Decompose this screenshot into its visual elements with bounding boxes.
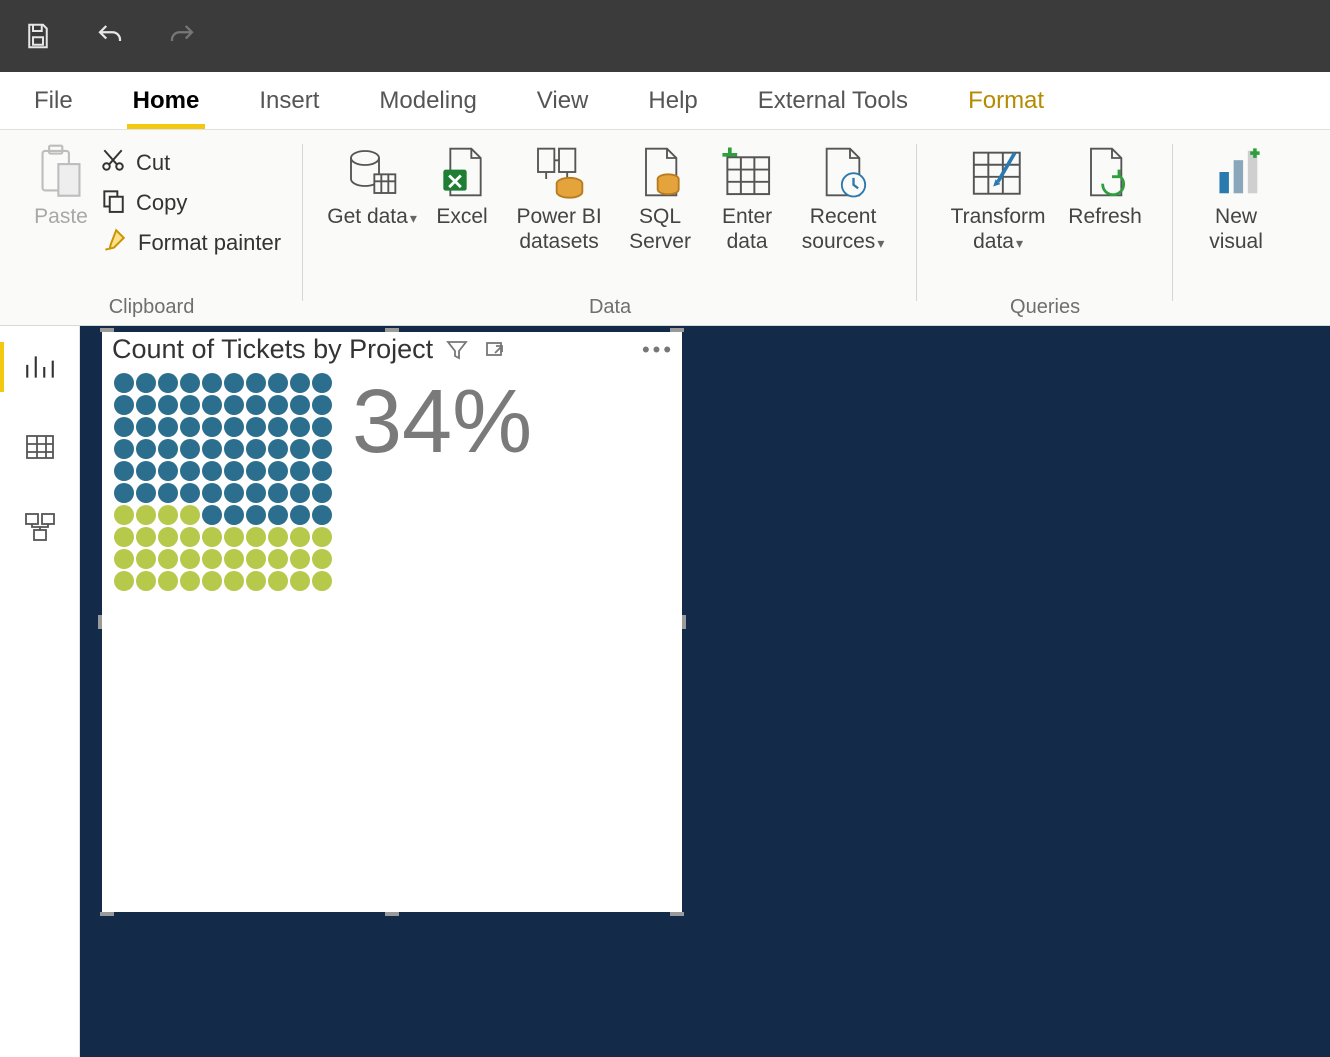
sql-server-icon [634,140,686,204]
get-data-label: Get data [327,205,408,228]
paste-label: Paste [34,204,88,229]
recent-sources-label: Recent sources [802,205,877,253]
tab-format[interactable]: Format [962,72,1050,129]
copy-button[interactable]: Copy [100,184,281,222]
format-painter-label: Format painter [138,230,281,256]
copy-icon [100,187,126,219]
get-data-icon [344,140,400,204]
new-visual-icon [1210,140,1262,204]
enter-data-button[interactable]: Enter data [707,140,787,254]
paste-icon [34,140,88,204]
tab-file[interactable]: File [28,72,79,129]
redo-icon [164,18,200,54]
new-visual-label: New visual [1195,204,1277,254]
sql-server-label: SQL Server [617,204,703,254]
tab-external-tools[interactable]: External Tools [752,72,914,129]
tab-modeling[interactable]: Modeling [373,72,482,129]
group-insert-title [1195,294,1277,323]
waffle-chart: 34% [102,365,682,591]
sql-server-button[interactable]: SQL Server [617,140,703,254]
rail-data-view[interactable] [10,422,70,472]
cut-label: Cut [136,150,170,176]
visual-card[interactable]: Count of Tickets by Project ••• 34% [102,332,682,912]
pbi-datasets-button[interactable]: Power BI datasets [505,140,613,254]
filter-icon[interactable] [443,336,471,364]
pbi-datasets-label: Power BI datasets [505,204,613,254]
view-rail [0,326,80,1057]
refresh-icon [1079,140,1131,204]
refresh-button[interactable]: Refresh [1059,140,1151,229]
paste-button: Paste [22,140,100,229]
format-painter-button[interactable]: Format painter [100,224,281,262]
transform-data-icon [969,140,1027,204]
transform-data-button[interactable]: Transform data▾ [939,140,1057,254]
group-clipboard: Paste Cut [0,134,303,325]
tab-view[interactable]: View [531,72,595,129]
group-data-title: Data [325,294,895,323]
tab-insert[interactable]: Insert [253,72,325,129]
focus-mode-icon[interactable] [481,336,509,364]
tab-home[interactable]: Home [127,72,206,129]
get-data-button[interactable]: Get data▾ [325,140,419,229]
new-visual-button[interactable]: New visual [1195,140,1277,254]
enter-data-icon [720,140,774,204]
report-canvas[interactable]: Count of Tickets by Project ••• 34% [80,326,1330,1057]
group-clipboard-title: Clipboard [22,294,281,323]
undo-icon[interactable] [92,18,128,54]
save-icon[interactable] [20,18,56,54]
recent-sources-button[interactable]: Recent sources▾ [791,140,895,254]
transform-data-label: Transform data [951,205,1046,253]
group-insert: New visual [1173,134,1299,325]
percent-callout: 34% [352,373,532,467]
refresh-label: Refresh [1068,204,1142,229]
ribbon: Paste Cut [0,130,1330,326]
rail-report-view[interactable] [10,342,70,392]
tab-help[interactable]: Help [642,72,703,129]
group-queries: Transform data▾ Refresh Queries [917,134,1173,325]
group-queries-title: Queries [939,294,1151,323]
enter-data-label: Enter data [707,204,787,254]
copy-label: Copy [136,190,187,216]
excel-button[interactable]: Excel [423,140,501,229]
visual-header: Count of Tickets by Project ••• [102,332,682,365]
ribbon-tabs: File Home Insert Modeling View Help Exte… [0,72,1330,130]
format-painter-icon [100,227,128,259]
excel-icon [437,140,487,204]
workspace: Count of Tickets by Project ••• 34% [0,326,1330,1057]
titlebar [0,0,1330,72]
visual-title: Count of Tickets by Project [112,334,433,365]
cut-button[interactable]: Cut [100,144,281,182]
pbi-datasets-icon [530,140,588,204]
more-options-icon[interactable]: ••• [644,336,672,364]
cut-icon [100,147,126,179]
group-data: Get data▾ Excel [303,134,917,325]
rail-model-view[interactable] [10,502,70,552]
excel-label: Excel [436,204,487,229]
recent-sources-icon [816,140,870,204]
